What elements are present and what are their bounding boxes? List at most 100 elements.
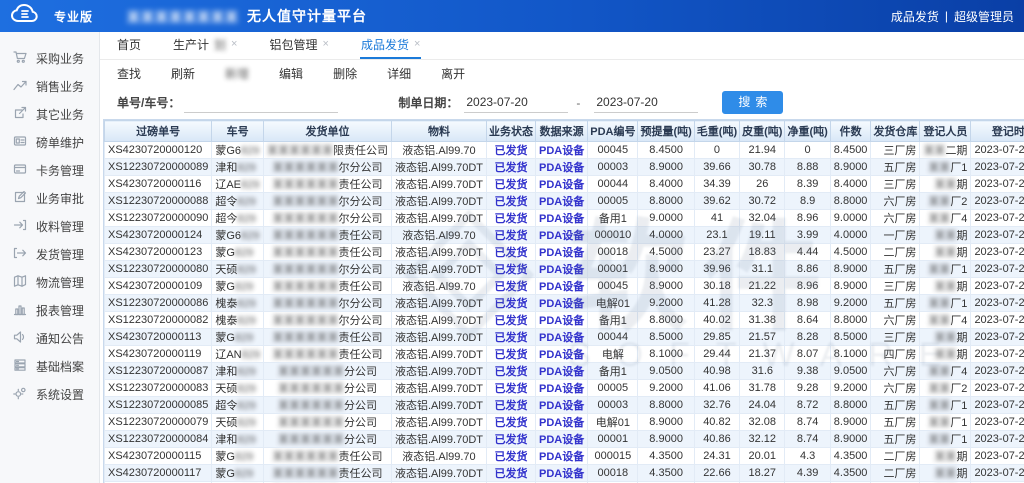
sidebar-item-卡务管理[interactable]: 卡务管理 [0, 156, 99, 184]
sidebar-item-系统设置[interactable]: 系统设置 [0, 380, 99, 408]
tab-close-icon[interactable]: × [323, 39, 329, 50]
cell-shipping-company: 某某某某某某责任公司 [263, 227, 391, 244]
sidebar-item-通知公告[interactable]: 通知公告 [0, 324, 99, 352]
cell-business-status: 已发货 [487, 227, 536, 244]
column-header-过磅单号[interactable]: 过磅单号 [105, 121, 212, 142]
table-row[interactable]: XS12230720000086槐泰829某某某某某某尔分公司液态铝.Al99.… [105, 295, 1024, 312]
table-row[interactable]: XS12230720000080天硕829某某某某某某尔分公司液态铝.Al99.… [105, 261, 1024, 278]
status-badge: 已发货 [495, 366, 528, 378]
plate-masked: 829 [237, 366, 255, 378]
cell-warehouse: 六厂房 [871, 193, 920, 210]
table-row[interactable]: XS12230720000083天硕829某某某某某某分公司液态铝.Al99.7… [105, 380, 1024, 397]
cell-register-time: 2023-07-20 17:06 [971, 312, 1024, 329]
cell-pre-quantity: 8.9000 [638, 278, 694, 295]
cell-pre-quantity: 4.3500 [638, 448, 694, 465]
cell-data-source: PDA设备 [536, 176, 588, 193]
tab-成品发货[interactable]: 成品发货× [360, 32, 421, 59]
toolbar-button-新增[interactable]: 新增 [225, 65, 249, 82]
table-row[interactable]: XS4230720000124蒙G6829某某某某某某责任公司液态铝.Al99.… [105, 227, 1024, 244]
column-header-车号[interactable]: 车号 [212, 121, 264, 142]
table-row[interactable]: XS12230720000087津和829某某某某某某分公司液态铝.Al99.7… [105, 363, 1024, 380]
edition-label: 专业版 [54, 8, 93, 25]
column-header-数据来源[interactable]: 数据来源 [536, 121, 588, 142]
cell-warehouse: 六厂房 [871, 363, 920, 380]
table-row[interactable]: XS4230720000117蒙G829某某某某某某责任公司液态铝.Al99.7… [105, 465, 1024, 482]
sidebar-item-物流管理[interactable]: 物流管理 [0, 268, 99, 296]
cell-gross-weight: 41.28 [694, 295, 739, 312]
cell-register-time: 2023-07-20 17:26 [971, 210, 1024, 227]
toolbar-button-刷新[interactable]: 刷新 [171, 65, 195, 82]
cell-registrar: 某某期 [920, 278, 971, 295]
results-table-wrap: 过磅单号车号发货单位物料业务状态数据来源PDA编号预提量(吨)毛重(吨)皮重(吨… [103, 119, 1024, 483]
cell-data-source: PDA设备 [536, 329, 588, 346]
cell-business-status: 已发货 [487, 397, 536, 414]
cell-warehouse: 三厂房 [871, 329, 920, 346]
registrar-suffix: 期 [956, 230, 967, 242]
column-header-发货仓库[interactable]: 发货仓库 [871, 121, 920, 142]
current-user-label[interactable]: 超级管理员 [954, 8, 1014, 25]
sidebar-item-其它业务[interactable]: 其它业务 [0, 100, 99, 128]
column-header-业务状态[interactable]: 业务状态 [487, 121, 536, 142]
cell-data-source: PDA设备 [536, 295, 588, 312]
date-to-input[interactable] [594, 93, 698, 113]
company-suffix: 分公司 [344, 383, 377, 395]
column-header-皮重(吨)[interactable]: 皮重(吨) [740, 121, 785, 142]
sidebar-item-业务审批[interactable]: 业务审批 [0, 184, 99, 212]
table-row[interactable]: XS4230720000109蒙G829某某某某某某责任公司液态铝.Al99.7… [105, 278, 1024, 295]
cell-registrar: 某某厂4 [920, 210, 971, 227]
table-row[interactable]: XS4230720000123蒙G829某某某某某某责任公司液态铝.Al99.7… [105, 244, 1024, 261]
brand-logo[interactable]: 专业版 [10, 3, 93, 30]
toolbar-button-详细[interactable]: 详细 [387, 65, 411, 82]
user-area: 成品发货 | 超级管理员 [891, 8, 1014, 25]
cell-net-weight: 8.28 [785, 329, 830, 346]
sidebar-item-收料管理[interactable]: 收料管理 [0, 212, 99, 240]
table-row[interactable]: XS4230720000113蒙G829某某某某某某责任公司液态铝.Al99.7… [105, 329, 1024, 346]
tab-close-icon[interactable]: × [414, 39, 420, 50]
column-header-净重(吨)[interactable]: 净重(吨) [785, 121, 830, 142]
table-row[interactable]: XS12230720000088超令829某某某某某某尔分公司液态铝.Al99.… [105, 193, 1024, 210]
sidebar-item-报表管理[interactable]: 报表管理 [0, 296, 99, 324]
column-header-登记时间[interactable]: 登记时间 ↓ [971, 121, 1024, 142]
toolbar-button-离开[interactable]: 离开 [441, 65, 465, 82]
table-row[interactable]: XS12230720000082槐泰829某某某某某某尔分公司液态铝.Al99.… [105, 312, 1024, 329]
sidebar-item-label: 磅单维护 [36, 134, 84, 151]
table-row[interactable]: XS4230720000119辽AN829某某某某某某责任公司液态铝.Al99.… [105, 346, 1024, 363]
column-header-预提量(吨)[interactable]: 预提量(吨) [638, 121, 694, 142]
source-badge: PDA设备 [539, 315, 584, 327]
column-header-登记人员[interactable]: 登记人员 [920, 121, 971, 142]
table-row[interactable]: XS12230720000079天硕829某某某某某某分公司液态铝.Al99.7… [105, 414, 1024, 431]
tab-生产计[interactable]: 生产计划× [172, 32, 238, 59]
sidebar-item-磅单维护[interactable]: 磅单维护 [0, 128, 99, 156]
column-header-物料[interactable]: 物料 [391, 121, 486, 142]
toolbar-button-查找[interactable]: 查找 [117, 65, 141, 82]
table-row[interactable]: XS12230720000084津和829某某某某某某分公司液态铝.Al99.7… [105, 431, 1024, 448]
column-header-毛重(吨)[interactable]: 毛重(吨) [694, 121, 739, 142]
registrar-suffix: 厂1 [950, 298, 967, 310]
tab-close-icon[interactable]: × [231, 39, 237, 50]
sidebar-item-采购业务[interactable]: 采购业务 [0, 44, 99, 72]
main-area: 首页生产计划×铝包管理×成品发货× 查找刷新新增编辑删除详细离开 单号/车号： … [100, 32, 1024, 483]
cell-register-time: 2023-07-20 17:39 [971, 142, 1024, 159]
column-header-发货单位[interactable]: 发货单位 [263, 121, 391, 142]
sidebar-item-基础档案[interactable]: 基础档案 [0, 352, 99, 380]
order-filter-input[interactable] [184, 93, 338, 113]
tab-首页[interactable]: 首页 [116, 32, 142, 59]
table-row[interactable]: XS4230720000115蒙G829某某某某某某责任公司液态铝.Al99.7… [105, 448, 1024, 465]
sidebar-item-发货管理[interactable]: 发货管理 [0, 240, 99, 268]
toolbar-button-编辑[interactable]: 编辑 [279, 65, 303, 82]
sidebar-item-销售业务[interactable]: 销售业务 [0, 72, 99, 100]
table-row[interactable]: XS12230720000089津和829某某某某某某尔分公司液态铝.Al99.… [105, 159, 1024, 176]
tab-铝包管理[interactable]: 铝包管理× [268, 32, 329, 59]
column-header-PDA编号[interactable]: PDA编号 [588, 121, 638, 142]
table-row[interactable]: XS4230720000120蒙G6829某某某某某某限责任公司液态铝.Al99… [105, 142, 1024, 159]
date-from-input[interactable] [464, 93, 568, 113]
column-header-件数[interactable]: 件数 [830, 121, 871, 142]
toolbar-button-删除[interactable]: 删除 [333, 65, 357, 82]
table-row[interactable]: XS12230720000090超今829某某某某某某尔分公司液态铝.Al99.… [105, 210, 1024, 227]
cell-pda-no: 000010 [588, 227, 638, 244]
cell-tare-weight: 19.11 [740, 227, 785, 244]
search-button[interactable]: 搜索 [722, 91, 783, 114]
table-row[interactable]: XS12230720000085超令829某某某某某某分公司液态铝.Al99.7… [105, 397, 1024, 414]
table-row[interactable]: XS4230720000116辽AE829某某某某某某责任公司液态铝.Al99.… [105, 176, 1024, 193]
company-masked: 某某某某某某 [272, 281, 338, 293]
